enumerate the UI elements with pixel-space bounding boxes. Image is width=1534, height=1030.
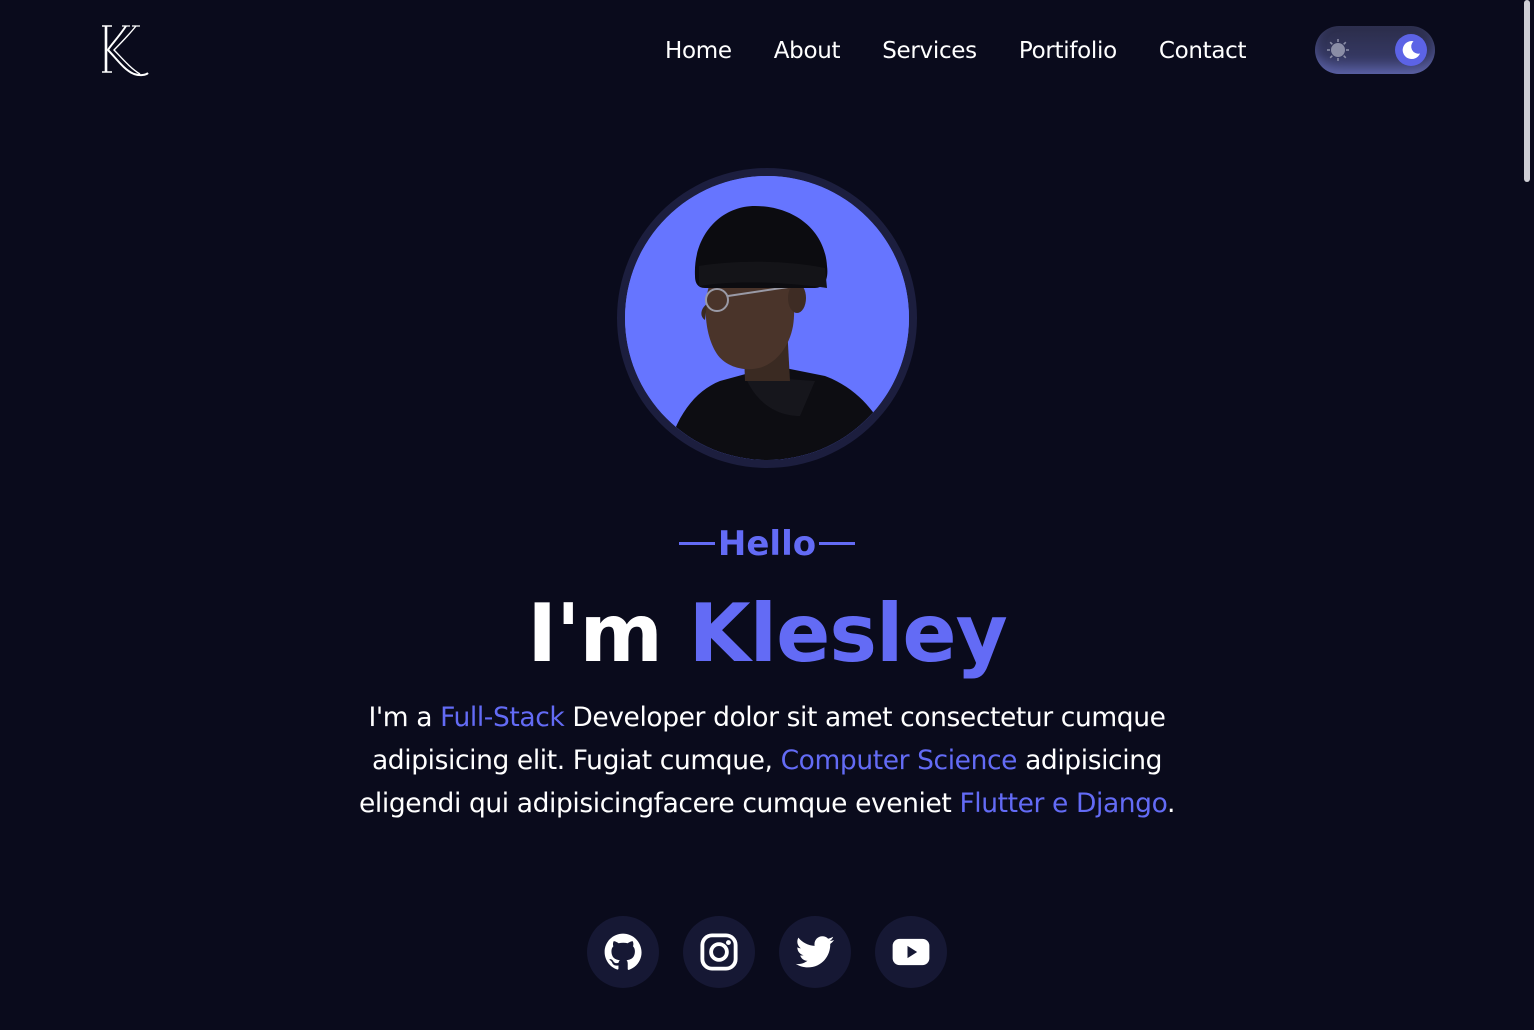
- intro-text-4: .: [1166, 788, 1175, 819]
- profile-avatar: [625, 176, 909, 460]
- intro-highlight-fullstack: Full-Stack: [440, 702, 565, 733]
- headline-prefix: I'm: [527, 587, 663, 680]
- twitter-button[interactable]: [779, 916, 851, 988]
- intro-highlight-cs: Computer Science: [780, 745, 1018, 776]
- main-nav: Home About Services Portifolio Contact: [644, 30, 1267, 72]
- page: Home About Services Portifolio Contact H…: [0, 0, 1534, 1030]
- nav-item-contact[interactable]: Contact: [1138, 38, 1267, 64]
- profile-avatar-ring: [617, 168, 917, 468]
- greeting-dash-left: [678, 542, 715, 545]
- scrollbar-thumb[interactable]: [1524, 0, 1530, 182]
- hero-intro: I'm a Full-Stack Developer dolor sit ame…: [330, 696, 1204, 825]
- nav-item-home[interactable]: Home: [644, 38, 753, 64]
- github-icon: [604, 933, 642, 970]
- headline-name: Klesley: [688, 587, 1008, 680]
- nav-item-portifolio[interactable]: Portifolio: [998, 38, 1138, 64]
- instagram-button[interactable]: [683, 916, 755, 988]
- logo-k-icon: [102, 25, 149, 77]
- github-button[interactable]: [587, 916, 659, 988]
- moon-icon: [1402, 41, 1420, 60]
- intro-highlight-flutter-django: Flutter e Django: [959, 788, 1167, 819]
- youtube-icon: [892, 938, 930, 966]
- greeting-dash-right: [819, 542, 856, 545]
- hero-greeting: Hello: [0, 522, 1534, 566]
- youtube-button[interactable]: [875, 916, 947, 988]
- sun-icon: [1327, 39, 1349, 61]
- toggle-knob: [1395, 34, 1427, 66]
- hero-headline: I'm Klesley: [0, 588, 1534, 680]
- nav-item-about[interactable]: About: [753, 38, 862, 64]
- profile-photo: [625, 176, 909, 460]
- twitter-icon: [795, 936, 835, 968]
- greeting-text: Hello: [717, 524, 817, 564]
- brand-logo[interactable]: [100, 20, 152, 80]
- intro-text-1: I'm a: [368, 702, 441, 733]
- instagram-icon: [700, 933, 738, 971]
- nav-item-services[interactable]: Services: [861, 38, 998, 64]
- theme-toggle[interactable]: [1315, 26, 1435, 74]
- social-links: [587, 916, 947, 988]
